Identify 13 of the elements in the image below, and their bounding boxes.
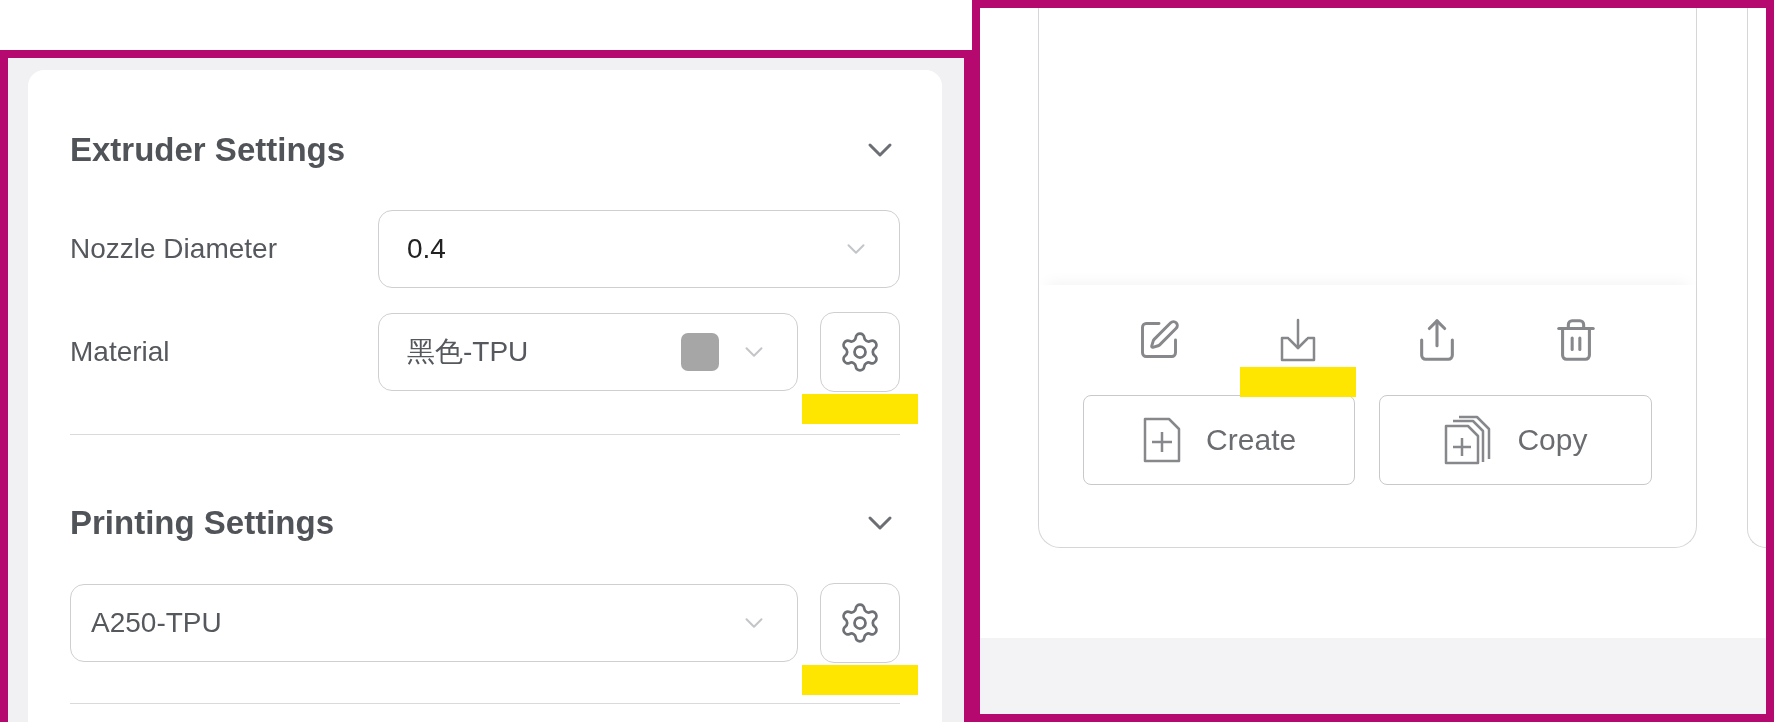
material-select[interactable]: 黑色-TPU (378, 313, 798, 391)
section-title: Extruder Settings (70, 131, 346, 169)
settings-button[interactable] (820, 583, 900, 663)
field-label: Material (70, 336, 171, 368)
field-label: Nozzle Diameter (70, 233, 278, 265)
create-button[interactable]: Create (1083, 395, 1356, 485)
color-swatch (681, 333, 719, 371)
settings-button[interactable] (820, 312, 900, 392)
copy-button[interactable]: Copy (1379, 395, 1652, 485)
profile-select[interactable]: A250-TPU (70, 584, 798, 662)
file-plus-icon (1142, 416, 1183, 464)
section-title: Printing Settings (70, 504, 334, 542)
nozzle-select[interactable]: 0.4 (378, 210, 900, 288)
